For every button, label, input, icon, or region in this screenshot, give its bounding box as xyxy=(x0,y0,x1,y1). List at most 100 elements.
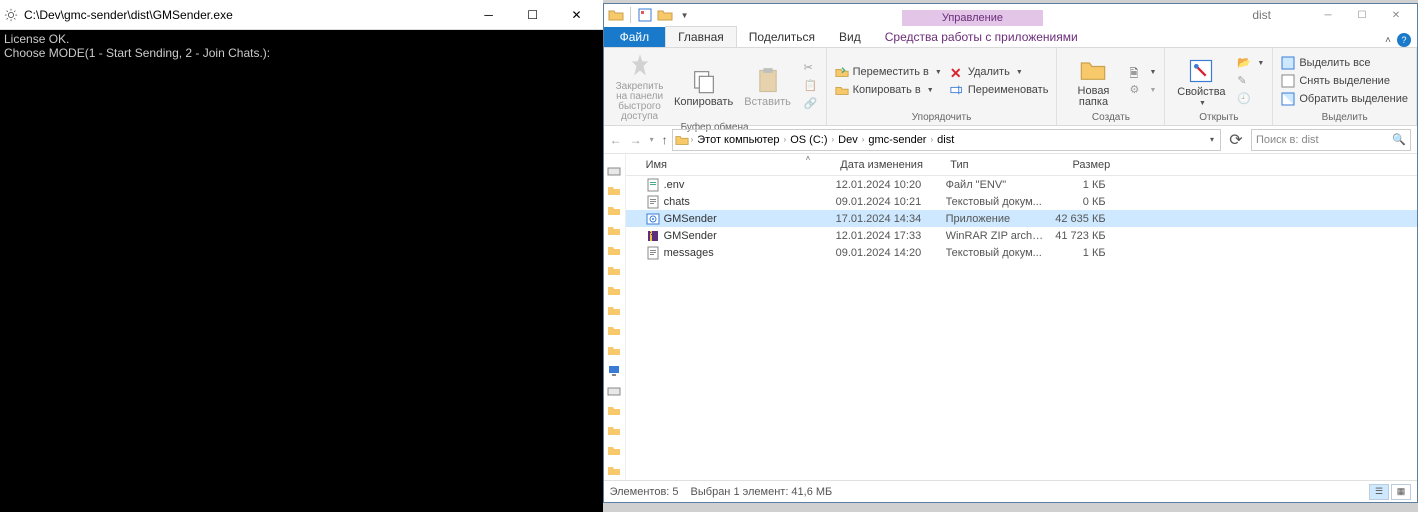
new-folder-icon[interactable] xyxy=(657,7,673,23)
select-all-button[interactable]: Выделить все xyxy=(1279,55,1410,71)
new-item-button[interactable]: 🗎▼ xyxy=(1127,64,1158,80)
status-selection: Выбран 1 элемент: 41,6 МБ xyxy=(691,486,833,498)
folder-icon[interactable] xyxy=(607,264,621,278)
ribbon-help-area: ˄ ? xyxy=(1385,33,1417,47)
col-date[interactable]: Дата изменения xyxy=(840,159,950,171)
nav-arrows: ← → ▾ ↑ xyxy=(610,133,668,147)
close-button[interactable]: ✕ xyxy=(1379,5,1413,25)
folder-icon[interactable] xyxy=(607,284,621,298)
col-size[interactable]: Размер xyxy=(1050,159,1110,171)
ribbon-group-organize: Переместить в▼ Копировать в▼ ✕ Удалить▼ … xyxy=(827,48,1058,125)
easy-access-button[interactable]: ⚙▼ xyxy=(1127,82,1158,98)
folder-icon[interactable] xyxy=(607,324,621,338)
folder-icon[interactable] xyxy=(607,344,621,358)
refresh-button[interactable]: ⟳ xyxy=(1225,130,1247,150)
folder-icon[interactable] xyxy=(607,404,621,418)
properties-icon[interactable] xyxy=(637,7,653,23)
paste-icon xyxy=(754,67,782,95)
move-to-button[interactable]: Переместить в▼ xyxy=(833,64,944,80)
file-row[interactable]: chats09.01.2024 10:21Текстовый докум...0… xyxy=(626,193,1417,210)
search-input[interactable]: Поиск в: dist 🔍 xyxy=(1251,129,1411,151)
file-row[interactable]: GMSender12.01.2024 17:33WinRAR ZIP archi… xyxy=(626,227,1417,244)
file-row[interactable]: .env12.01.2024 10:20Файл "ENV"1 КБ xyxy=(626,176,1417,193)
ribbon-group-clipboard: Закрепить на панели быстрого доступа Коп… xyxy=(604,48,827,125)
delete-icon: ✕ xyxy=(950,65,964,79)
drive-icon[interactable] xyxy=(607,164,621,178)
tab-home[interactable]: Главная xyxy=(665,26,737,47)
console-output[interactable]: License OK. Choose MODE(1 - Start Sendin… xyxy=(0,30,603,512)
minimize-button[interactable]: ─ xyxy=(467,1,511,29)
col-type[interactable]: Тип xyxy=(950,159,1050,171)
pin-icon xyxy=(626,52,654,80)
history-button[interactable]: 🕘 xyxy=(1235,91,1266,107)
explorer-titlebar[interactable]: ▼ Управление dist ─ ☐ ✕ xyxy=(604,4,1417,26)
context-tab-apptools[interactable]: Управление xyxy=(902,10,1043,26)
status-bar: Элементов: 5 Выбран 1 элемент: 41,6 МБ ☰… xyxy=(604,480,1417,502)
folder-icon[interactable] xyxy=(607,184,621,198)
file-row[interactable]: messages09.01.2024 14:20Текстовый докум.… xyxy=(626,244,1417,261)
file-size: 1 КБ xyxy=(1046,179,1106,191)
qat-dropdown-icon[interactable]: ▼ xyxy=(677,7,693,23)
new-folder-button[interactable]: Новая папка xyxy=(1063,54,1123,108)
tab-view[interactable]: Вид xyxy=(827,27,873,47)
properties-button[interactable]: Свойства▼ xyxy=(1171,55,1231,107)
ribbon-group-open: Свойства▼ 📂▼ ✎ 🕘 Открыть xyxy=(1165,48,1273,125)
file-type: Файл "ENV" xyxy=(946,179,1046,191)
file-name: GMSender xyxy=(664,230,836,242)
file-list[interactable]: Имя ˄ Дата изменения Тип Размер .env12.0… xyxy=(626,154,1417,480)
select-all-icon xyxy=(1281,56,1295,70)
cut-button[interactable]: ✂ xyxy=(802,60,820,76)
breadcrumb[interactable]: › Этот компьютер› OS (C:)› Dev› gmc-send… xyxy=(672,129,1221,151)
delete-button[interactable]: ✕ Удалить▼ xyxy=(948,64,1051,80)
tab-file[interactable]: Файл xyxy=(604,27,666,47)
pc-icon[interactable] xyxy=(607,364,621,378)
folder-icon[interactable] xyxy=(607,204,621,218)
copy-to-icon xyxy=(835,83,849,97)
nav-tree-collapsed[interactable] xyxy=(604,154,626,480)
file-row[interactable]: GMSender17.01.2024 14:34Приложение42 635… xyxy=(626,210,1417,227)
maximize-button[interactable]: ☐ xyxy=(1345,5,1379,25)
edit-button[interactable]: ✎ xyxy=(1235,73,1266,89)
ribbon-collapse-icon[interactable]: ˄ xyxy=(1385,35,1391,46)
details-view-button[interactable]: ☰ xyxy=(1369,484,1389,500)
column-headers[interactable]: Имя ˄ Дата изменения Тип Размер xyxy=(626,154,1417,176)
help-icon[interactable]: ? xyxy=(1397,33,1411,47)
recent-dropdown[interactable]: ▾ xyxy=(650,135,654,144)
copy-path-button[interactable]: 📋 xyxy=(802,78,820,94)
file-name: chats xyxy=(664,196,836,208)
addr-dropdown-icon[interactable]: ▾ xyxy=(1206,135,1218,144)
folder-icon[interactable] xyxy=(607,224,621,238)
icons-view-button[interactable]: ▦ xyxy=(1391,484,1411,500)
minimize-button[interactable]: ─ xyxy=(1311,5,1345,25)
folder-icon[interactable] xyxy=(607,244,621,258)
paste-button[interactable]: Вставить xyxy=(738,65,798,108)
select-none-button[interactable]: Снять выделение xyxy=(1279,73,1410,89)
folder-icon[interactable] xyxy=(607,304,621,318)
folder-icon[interactable] xyxy=(607,444,621,458)
shortcut-icon: 🔗 xyxy=(804,97,818,111)
maximize-button[interactable]: ☐ xyxy=(511,1,555,29)
close-button[interactable]: ✕ xyxy=(555,1,599,29)
tab-apptools[interactable]: Средства работы с приложениями xyxy=(873,27,1090,47)
pin-button[interactable]: Закрепить на панели быстрого доступа xyxy=(610,50,670,122)
copy-button[interactable]: Копировать xyxy=(674,65,734,108)
file-name: .env xyxy=(664,179,836,191)
console-titlebar[interactable]: C:\Dev\gmc-sender\dist\GMSender.exe ─ ☐ … xyxy=(0,0,603,30)
rename-button[interactable]: Переименовать xyxy=(948,82,1051,98)
file-icon xyxy=(646,246,660,260)
folder-icon xyxy=(1079,56,1107,84)
forward-button[interactable]: → xyxy=(630,133,642,147)
drive-icon[interactable] xyxy=(607,384,621,398)
copy-to-button[interactable]: Копировать в▼ xyxy=(833,82,944,98)
tab-share[interactable]: Поделиться xyxy=(737,27,827,47)
paste-shortcut-button[interactable]: 🔗 xyxy=(802,96,820,112)
back-button[interactable]: ← xyxy=(610,133,622,147)
folder-icon[interactable] xyxy=(608,7,624,23)
invert-selection-button[interactable]: Обратить выделение xyxy=(1279,91,1410,107)
folder-icon[interactable] xyxy=(607,464,621,478)
file-name: messages xyxy=(664,247,836,259)
select-none-icon xyxy=(1281,74,1295,88)
open-button[interactable]: 📂▼ xyxy=(1235,55,1266,71)
up-button[interactable]: ↑ xyxy=(662,133,668,147)
folder-icon[interactable] xyxy=(607,424,621,438)
